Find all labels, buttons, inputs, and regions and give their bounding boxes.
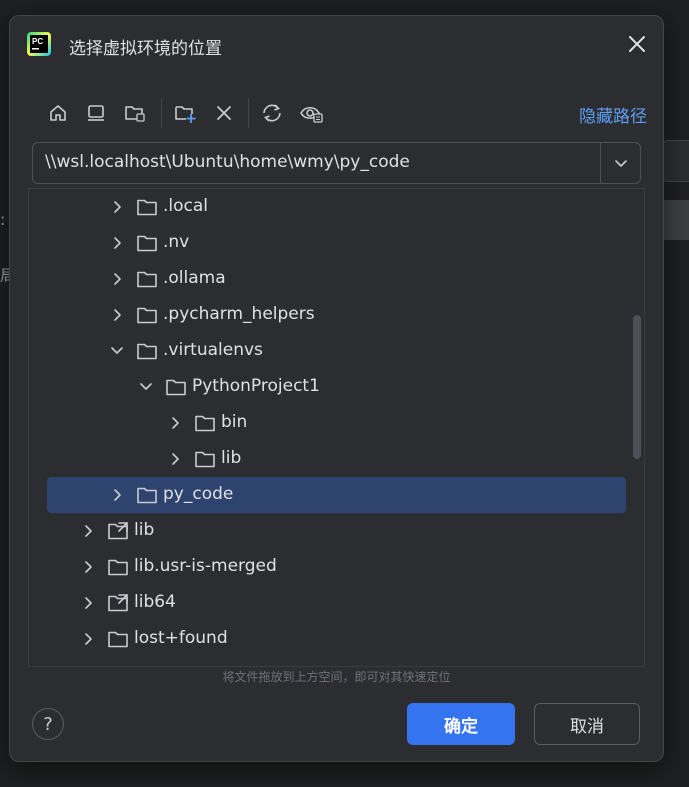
drag-drop-hint: 将文件拖放到上方空间，即可对其快速定位 [222,670,451,684]
background-text-fragment: : [0,210,6,229]
toolbar [40,96,640,130]
chevron-right-icon[interactable] [108,306,126,324]
folder-icon [137,487,157,504]
tree-item-label: .nv [163,232,190,252]
chevron-down-icon [614,160,627,167]
folder-icon [108,631,128,648]
refresh-icon[interactable] [258,99,286,127]
chevron-right-icon[interactable] [79,594,97,612]
tree-item-label: lib64 [134,592,176,612]
chevron-right-icon[interactable] [79,558,97,576]
tree-row[interactable]: lib [29,441,644,477]
background-field [663,200,689,240]
chevron-down-icon[interactable] [137,378,155,396]
background-field [663,140,689,182]
show-hidden-icon[interactable] [298,99,326,127]
chevron-right-icon[interactable] [79,522,97,540]
new-folder-icon[interactable] [171,99,199,127]
delete-icon[interactable] [210,99,238,127]
folder-icon [137,343,157,360]
tree-item-label: .ollama [163,268,226,288]
tree-row[interactable]: .pycharm_helpers [29,297,644,333]
tree-item-label: .virtualenvs [163,340,263,360]
hide-path-link[interactable]: 隐藏路径 [579,102,647,127]
tree-row[interactable]: .local [29,189,644,225]
tree-row[interactable]: PythonProject1 [29,369,644,405]
symlink-folder-icon [108,594,128,612]
tree-row[interactable]: bin [29,405,644,441]
chevron-right-icon[interactable] [166,450,184,468]
toolbar-separator [161,98,162,128]
tree-row[interactable]: lib [29,513,644,549]
symlink-folder-icon [108,522,128,540]
tree-item-label: lib.usr-is-merged [134,556,277,576]
tree-row[interactable]: lib.usr-is-merged [29,549,644,585]
select-venv-location-dialog: PC 选择虚拟环境的位置 隐藏路径 \\wsl.localhost\Ubuntu… [9,15,664,762]
tree-row[interactable]: lost+found [29,621,644,657]
chevron-right-icon[interactable] [108,486,126,504]
dialog-title: 选择虚拟环境的位置 [69,39,222,59]
folder-icon [137,199,157,216]
title-bar: PC 选择虚拟环境的位置 [10,16,663,74]
folder-icon [166,379,186,396]
pycharm-logo-icon: PC [27,32,51,56]
tree-row[interactable]: .nv [29,225,644,261]
project-folder-icon[interactable] [121,99,149,127]
tree-item-label: lib [221,448,242,468]
chevron-right-icon[interactable] [108,270,126,288]
tree-row[interactable]: .virtualenvs [29,333,644,369]
tree-row[interactable]: lib64 [29,585,644,621]
tree-item-label: .local [163,196,209,216]
chevron-right-icon[interactable] [166,414,184,432]
cancel-button[interactable]: 取消 [534,703,640,745]
home-icon[interactable] [44,99,72,127]
ok-button[interactable]: 确定 [407,703,515,745]
chevron-right-icon[interactable] [79,630,97,648]
folder-icon [137,307,157,324]
chevron-right-icon[interactable] [108,198,126,216]
tree-scrollbar[interactable] [633,315,641,459]
file-tree[interactable]: .local .nv .ollama .pycharm_helpers .virtual… [28,188,645,667]
path-combobox[interactable]: \\wsl.localhost\Ubuntu\home\wmy\py_code [32,142,641,184]
folder-icon [137,235,157,252]
help-button[interactable]: ? [32,708,64,740]
path-dropdown-button[interactable] [601,143,640,183]
folder-icon [137,271,157,288]
tree-item-label: .pycharm_helpers [163,304,315,324]
svg-text:PC: PC [32,37,43,46]
selection-highlight [47,477,626,513]
tree-row-selected[interactable]: py_code [29,477,644,513]
tree-item-label: py_code [163,484,234,504]
tree-row[interactable]: .ollama [29,261,644,297]
chevron-down-icon[interactable] [108,342,126,360]
path-input[interactable]: \\wsl.localhost\Ubuntu\home\wmy\py_code [45,152,410,172]
tree-item-label: bin [221,412,248,432]
tree-item-label: PythonProject1 [192,376,320,396]
folder-icon [195,415,215,432]
tree-item-label: lib [134,520,155,540]
tree-item-label: lost+found [134,628,228,648]
toolbar-separator [248,98,249,128]
chevron-right-icon[interactable] [108,234,126,252]
folder-icon [195,451,215,468]
folder-icon [108,559,128,576]
close-icon[interactable] [624,31,650,57]
desktop-icon[interactable] [82,99,110,127]
